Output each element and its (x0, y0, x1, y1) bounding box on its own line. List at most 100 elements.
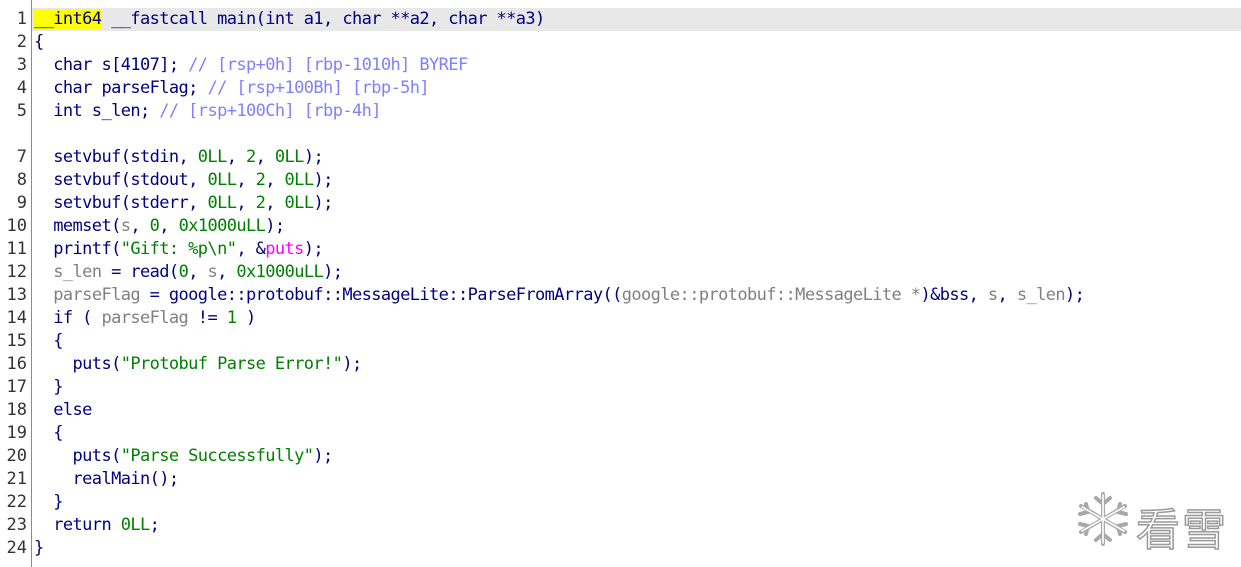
code-token: setvbuf(stdout, (34, 170, 208, 190)
line-code: else (34, 399, 92, 422)
watermark-text: 看雪 (1135, 504, 1228, 557)
line-number: 5 (16, 101, 27, 121)
code-token: , (265, 193, 285, 213)
code-token: 0LL (120, 515, 151, 535)
code-token: int s_len; (34, 101, 160, 121)
code-token: puts (265, 239, 304, 259)
code-token: char s[4107]; (34, 55, 189, 75)
code-token: 0x1000uLL (236, 262, 324, 282)
code-token: , (217, 262, 237, 282)
line-number: 13 (6, 285, 27, 305)
line-number: 20 (6, 446, 27, 466)
code-token: ); (313, 446, 333, 466)
code-token: , (236, 193, 256, 213)
code-token: setvbuf(stdin, (34, 147, 198, 167)
line-code: puts("Protobuf Parse Error!"); (34, 353, 363, 376)
code-token: ); (313, 170, 333, 190)
code-token: 0LL (274, 147, 305, 167)
line-number: 8 (16, 170, 27, 190)
line-number: 18 (6, 400, 27, 420)
code-token: __int64 (34, 9, 102, 29)
code-token: printf( (34, 239, 121, 259)
line-number: 9 (16, 193, 27, 213)
code-token: != (188, 308, 227, 328)
line-number: 11 (6, 239, 27, 259)
code-token: "Protobuf Parse Error!" (120, 354, 343, 374)
code-token: if ( (34, 308, 102, 328)
code-token: ); (313, 193, 333, 213)
code-token: ); (342, 354, 362, 374)
code-token: // [rsp+0h] [rbp-1010h] BYREF (188, 55, 468, 75)
code-token: ); (1065, 285, 1085, 305)
code-token: , (159, 216, 179, 236)
line-number: 17 (6, 377, 27, 397)
code-token: google::protobuf::MessageLite * (621, 285, 921, 305)
line-code: char parseFlag; // [rsp+100Bh] [rbp-5h] (34, 77, 429, 100)
code-token: } (34, 492, 63, 512)
code-token: 2 (245, 147, 256, 167)
line-number: 22 (6, 492, 27, 512)
line-number: 21 (6, 469, 27, 489)
code-token: 0x1000uLL (178, 216, 266, 236)
code-token: , (188, 262, 208, 282)
line-code: s_len = read(0, s, 0x1000uLL); (34, 261, 343, 284)
line-number: 19 (6, 423, 27, 443)
code-token: puts( (34, 446, 122, 466)
line-code: setvbuf(stdout, 0LL, 2, 0LL); (34, 169, 333, 192)
line-number: 16 (6, 354, 27, 374)
code-token: 0 (149, 216, 160, 236)
code-token: parseFlag (101, 308, 189, 328)
code-token: ); (303, 147, 324, 167)
code-token: else (34, 400, 92, 420)
line-code: char s[4107]; // [rsp+0h] [rbp-1010h] BY… (34, 54, 468, 77)
pseudocode-view[interactable]: 1 __int64 __fastcall main(int a1, char **… (0, 0, 1241, 567)
code-token: "Parse Successfully" (120, 446, 314, 466)
line-code: printf("Gift: %p\n", &puts); (34, 238, 323, 261)
line-number: 15 (6, 331, 27, 351)
line-code: parseFlag = google::protobuf::MessageLit… (34, 284, 1085, 307)
code-token: char parseFlag; (34, 78, 208, 98)
line-code: setvbuf(stdin, 0LL, 2, 0LL); (34, 146, 323, 169)
code-token: // [rsp+100Ch] [rbp-4h] (159, 101, 381, 121)
line-number: 24 (6, 538, 27, 558)
line-code: } (34, 376, 63, 399)
code-token: , (997, 285, 1017, 305)
line-number: 23 (6, 515, 27, 535)
code-token: , & (236, 239, 266, 259)
code-token: 0LL (207, 193, 237, 213)
line-number: 2 (16, 32, 27, 52)
code-token: 0LL (284, 170, 315, 190)
line-number: 12 (6, 262, 27, 282)
line-code: memset(s, 0, 0x1000uLL); (34, 215, 285, 238)
code-token: realMain(); (34, 469, 180, 489)
code-token: ); (303, 239, 324, 259)
code-token: } (34, 377, 63, 397)
code-token: , (130, 216, 150, 236)
code-token: return (34, 515, 121, 535)
code-token: ) (236, 308, 256, 328)
line-code: realMain(); (34, 468, 180, 491)
code-token: , (255, 147, 275, 167)
code-token: parseFlag (53, 285, 140, 305)
code-token: { (34, 331, 63, 351)
line-code: puts("Parse Successfully"); (34, 445, 334, 468)
code-token: ); (265, 216, 285, 236)
code-token: ); (323, 262, 343, 282)
code-token: 0LL (207, 170, 237, 190)
snowflake-icon (1078, 492, 1128, 546)
line-code: { (34, 31, 44, 54)
line-code: { (34, 330, 63, 353)
line-code: int s_len; // [rsp+100Ch] [rbp-4h] (34, 100, 381, 123)
code-token: , (236, 170, 256, 190)
line-code: } (34, 537, 44, 560)
code-token: memset( (34, 216, 121, 236)
code-token: "Gift: %p\n" (120, 239, 237, 259)
line-number: 4 (16, 78, 27, 98)
code-token: = read( (101, 262, 179, 282)
code-token: { (34, 32, 44, 52)
line-code: } (34, 491, 63, 514)
code-token: s (987, 285, 998, 305)
code-token: 2 (255, 193, 266, 213)
